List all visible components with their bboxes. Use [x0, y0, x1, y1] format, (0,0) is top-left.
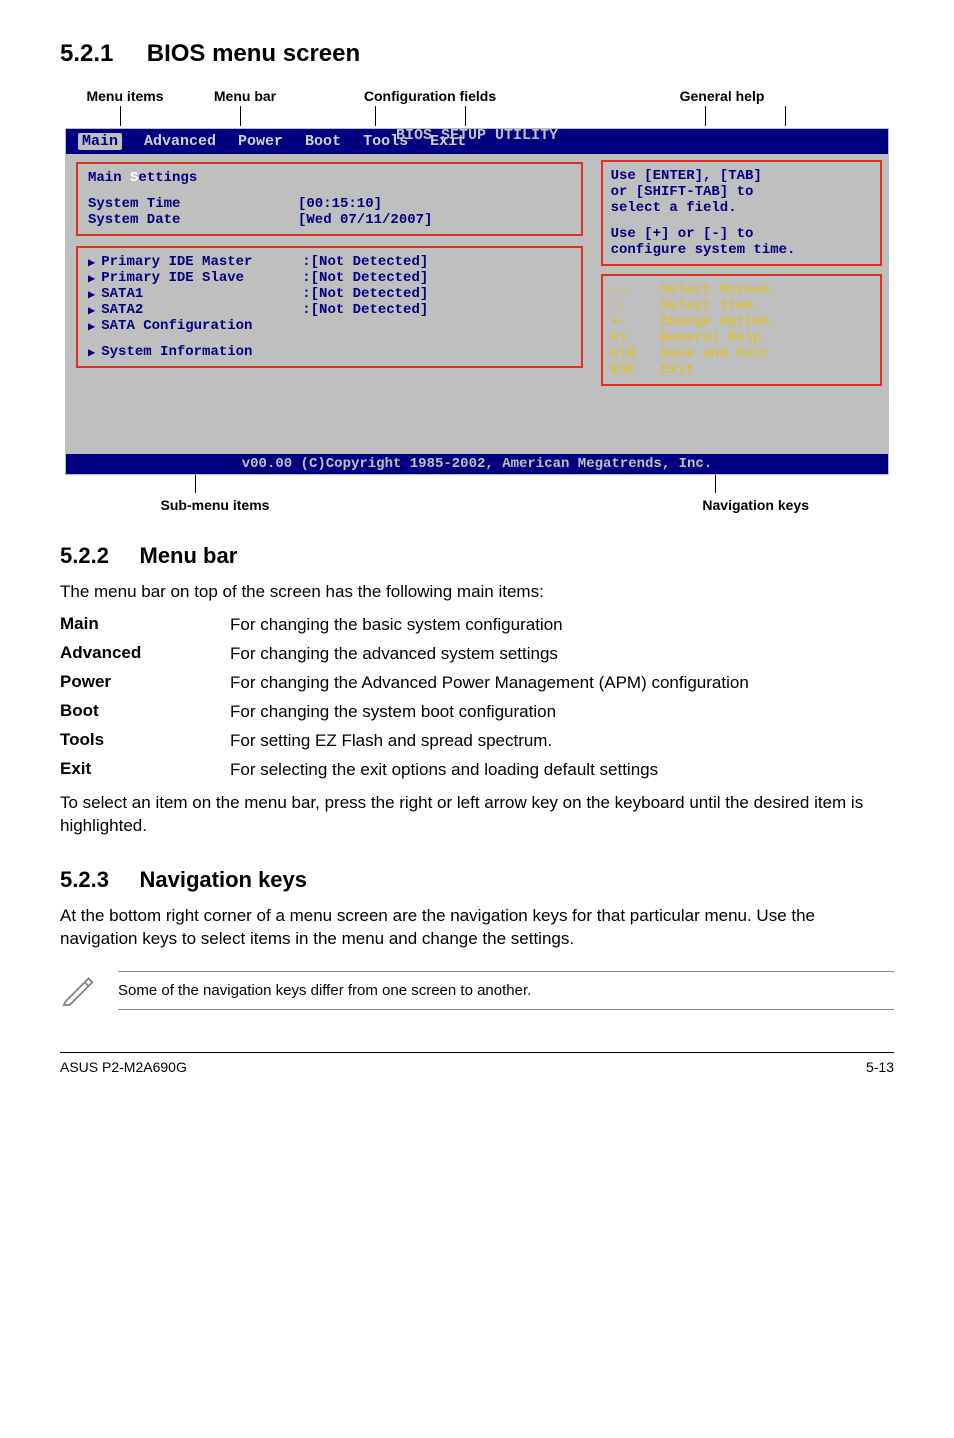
label-menu-items: Menu items	[65, 88, 185, 104]
help-l5: configure system time.	[611, 242, 872, 258]
bios-left-pane: Main Settings System Time [00:15:10] Sys…	[66, 154, 593, 454]
item-sata2[interactable]: ▶ SATA2 :[Not Detected]	[88, 302, 571, 318]
nav-desc-save-exit: Save and Exit	[661, 346, 770, 362]
system-info-label: System Information	[101, 344, 252, 360]
def-tools-desc: For setting EZ Flash and spread spectrum…	[230, 730, 894, 753]
chevron-right-icon: ▶	[88, 287, 95, 302]
menubar-outro: To select an item on the menu bar, press…	[60, 792, 894, 838]
bios-right-pane: Use [ENTER], [TAB] or [SHIFT-TAB] to sel…	[593, 154, 888, 454]
bottom-annotation-row: Sub-menu items Navigation keys	[65, 497, 889, 513]
row-system-date[interactable]: System Date [Wed 07/11/2007]	[88, 212, 571, 228]
nav-key-f10: F10	[611, 346, 653, 362]
heading-522: 5.2.2 Menu bar	[60, 543, 894, 569]
footer-page: 5-13	[866, 1059, 894, 1075]
bios-window: BIOS SETUP UTILITY Main Advanced Power B…	[65, 128, 889, 475]
system-date-value: [Wed 07/11/2007]	[298, 212, 432, 228]
heading-num: 5.2.3	[60, 867, 109, 892]
heading-521: 5.2.1 BIOS menu screen	[60, 40, 894, 68]
chevron-right-icon: ▶	[88, 319, 95, 334]
bios-title: BIOS SETUP UTILITY	[66, 127, 888, 144]
sata1-value: :[Not Detected]	[302, 286, 428, 302]
navkeys-body: At the bottom right corner of a menu scr…	[60, 905, 894, 951]
sata-config-label: SATA Configuration	[101, 318, 252, 334]
page-footer: ASUS P2-M2A690G 5-13	[60, 1052, 894, 1075]
chevron-right-icon: ▶	[88, 255, 95, 270]
def-advanced-desc: For changing the advanced system setting…	[230, 643, 894, 666]
note-block: Some of the navigation keys differ from …	[60, 969, 894, 1012]
heading-523: 5.2.3 Navigation keys	[60, 867, 894, 893]
main-settings-title: Main Settings	[88, 170, 571, 186]
top-ticks	[65, 106, 889, 128]
nav-key-pm: +-	[611, 314, 653, 330]
label-general-help: General help	[555, 88, 889, 104]
system-date-label: System Date	[88, 212, 298, 228]
ide-slave-value: :[Not Detected]	[302, 270, 428, 286]
bios-body: Main Settings System Time [00:15:10] Sys…	[66, 154, 888, 454]
def-main-desc: For changing the basic system configurat…	[230, 614, 894, 637]
nav-desc-select-item: Select Item	[661, 298, 753, 314]
pencil-icon	[60, 969, 100, 1012]
help-l1: Use [ENTER], [TAB]	[611, 168, 872, 184]
main-settings-box: Main Settings System Time [00:15:10] Sys…	[76, 162, 583, 236]
help-l4: Use [+] or [-] to	[611, 226, 872, 242]
ide-master-value: :[Not Detected]	[302, 254, 428, 270]
def-boot-desc: For changing the system boot configurati…	[230, 701, 894, 724]
heading-num: 5.2.1	[60, 40, 113, 67]
def-power: Power	[60, 672, 230, 695]
item-primary-ide-slave[interactable]: ▶ Primary IDE Slave :[Not Detected]	[88, 270, 571, 286]
def-power-desc: For changing the Advanced Power Manageme…	[230, 672, 894, 695]
item-primary-ide-master[interactable]: ▶ Primary IDE Master :[Not Detected]	[88, 254, 571, 270]
footer-product: ASUS P2-M2A690G	[60, 1059, 187, 1075]
nav-desc-exit: Exit	[661, 362, 695, 378]
def-exit-desc: For selecting the exit options and loadi…	[230, 759, 894, 782]
heading-title: Navigation keys	[140, 867, 308, 892]
chevron-right-icon: ▶	[88, 345, 95, 360]
label-submenu-items: Sub-menu items	[65, 497, 365, 513]
system-time-value: [00:15:10]	[298, 196, 382, 212]
menubar-intro: The menu bar on top of the screen has th…	[60, 581, 894, 604]
label-config-fields: Configuration fields	[305, 88, 555, 104]
row-system-time[interactable]: System Time [00:15:10]	[88, 196, 571, 212]
heading-num: 5.2.2	[60, 543, 109, 568]
chevron-right-icon: ▶	[88, 271, 95, 286]
help-l2: or [SHIFT-TAB] to	[611, 184, 872, 200]
def-exit: Exit	[60, 759, 230, 782]
nav-desc-general-help: General Help	[661, 330, 762, 346]
ide-master-label: Primary IDE Master	[101, 254, 296, 270]
item-system-info[interactable]: ▶ System Information	[88, 344, 571, 360]
sata2-value: :[Not Detected]	[302, 302, 428, 318]
label-navigation-keys: Navigation keys	[365, 497, 889, 513]
bottom-ticks	[65, 475, 889, 495]
nav-key-lr: ←→	[611, 282, 653, 298]
nav-key-esc: ESC	[611, 362, 653, 378]
def-advanced: Advanced	[60, 643, 230, 666]
bios-footer: v00.00 (C)Copyright 1985-2002, American …	[66, 454, 888, 474]
menu-definitions: MainFor changing the basic system config…	[60, 614, 894, 782]
nav-key-ud: ↑↓	[611, 298, 653, 314]
item-sata1[interactable]: ▶ SATA1 :[Not Detected]	[88, 286, 571, 302]
label-menu-bar: Menu bar	[185, 88, 305, 104]
def-boot: Boot	[60, 701, 230, 724]
heading-title: Menu bar	[140, 543, 238, 568]
def-tools: Tools	[60, 730, 230, 753]
nav-desc-select-screen: Select Screen	[661, 282, 770, 298]
def-main: Main	[60, 614, 230, 637]
device-list-box: ▶ Primary IDE Master :[Not Detected] ▶ P…	[76, 246, 583, 368]
ide-slave-label: Primary IDE Slave	[101, 270, 296, 286]
help-box: Use [ENTER], [TAB] or [SHIFT-TAB] to sel…	[601, 160, 882, 266]
sata2-label: SATA2	[101, 302, 296, 318]
nav-desc-change-option: Change Option	[661, 314, 770, 330]
nav-key-f1: F1	[611, 330, 653, 346]
help-l3: select a field.	[611, 200, 872, 216]
bios-menubar: BIOS SETUP UTILITY Main Advanced Power B…	[66, 129, 888, 154]
item-sata-config[interactable]: ▶ SATA Configuration	[88, 318, 571, 334]
top-annotation-row: Menu items Menu bar Configuration fields…	[60, 88, 894, 104]
system-time-label: System Time	[88, 196, 298, 212]
note-text: Some of the navigation keys differ from …	[118, 971, 894, 1010]
nav-keys-box: ←→ Select Screen ↑↓ Select Item +- Change O…	[601, 274, 882, 386]
heading-title: BIOS menu screen	[147, 40, 360, 67]
sata1-label: SATA1	[101, 286, 296, 302]
chevron-right-icon: ▶	[88, 303, 95, 318]
